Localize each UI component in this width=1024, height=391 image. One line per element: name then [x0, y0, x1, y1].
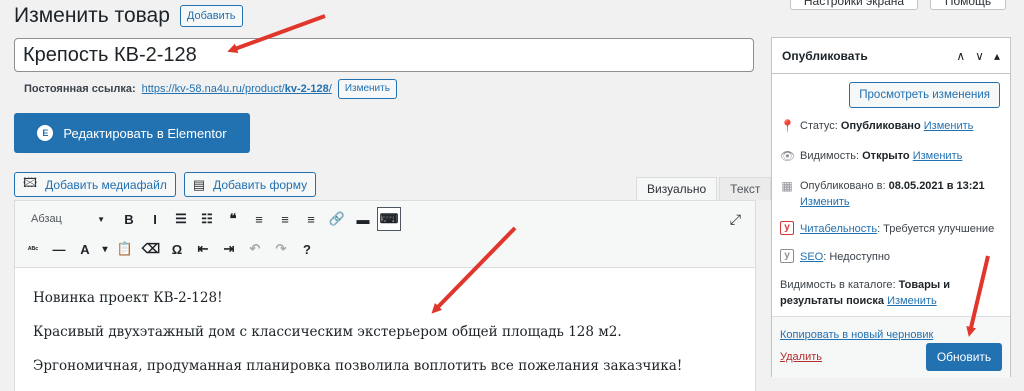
- add-media-button[interactable]: 🖾 Добавить медиафайл: [14, 172, 176, 197]
- text-color-dropdown-icon[interactable]: ▾: [99, 237, 111, 261]
- editor-content[interactable]: Новинка проект КВ-2-128! Красивый двухэт…: [15, 268, 755, 374]
- paragraph: Новинка проект КВ-2-128!: [33, 290, 223, 306]
- editor-toolbar: Абзац ▼ B I ☰ ☷ ❝ ≡ ≡ ≡ 🔗 ▬ ⌨ ᴬᴮᶜ — A ▾ 📋 ⌫ Ω ⇤ ⇥ ↶ ↷? ⤢: [15, 201, 755, 268]
- status-row: 📍 Статус: Опубликовано Изменить: [780, 119, 974, 133]
- clear-formatting-icon[interactable]: ⌫: [139, 237, 163, 261]
- readability-row: y Читабельность: Требуется улучшение: [780, 221, 994, 237]
- collapse-icon[interactable]: ▴: [994, 49, 1000, 63]
- media-buttons: 🖾 Добавить медиафайл ▤ Добавить форму: [14, 172, 317, 197]
- published-row: ▦ Опубликовано в: 08.05.2021 в 13:21 Изме…: [781, 179, 985, 208]
- catalog-visibility-row: Видимость в каталоге: Товары и результат…: [780, 279, 951, 307]
- text-color-icon[interactable]: A: [73, 237, 97, 261]
- editor-mode-tabs: Визуально Текст: [636, 177, 772, 200]
- permalink-link[interactable]: https://kv-58.na4u.ru/product/kv-2-128/: [142, 83, 332, 95]
- date-edit-link[interactable]: Изменить: [800, 196, 850, 208]
- status-edit-link[interactable]: Изменить: [924, 120, 974, 132]
- read-more-icon[interactable]: ▬: [351, 207, 375, 231]
- bullet-list-icon[interactable]: ☰: [169, 207, 193, 231]
- add-media-label: Добавить медиафайл: [45, 177, 167, 192]
- copy-to-draft-link[interactable]: Копировать в новый черновик: [780, 329, 933, 341]
- special-character-icon[interactable]: Ω: [165, 237, 189, 261]
- tab-visual[interactable]: Визуально: [636, 177, 718, 200]
- paragraph: Красивый двухэтажный дом с классическим …: [33, 324, 622, 340]
- move-down-icon[interactable]: ∨: [975, 49, 984, 63]
- undo-icon[interactable]: ↶: [243, 237, 267, 261]
- form-icon: ▤: [192, 176, 206, 192]
- align-center-icon[interactable]: ≡: [273, 207, 297, 231]
- permalink-label: Постоянная ссылка:: [24, 83, 136, 95]
- post-title-input[interactable]: Крепость КВ-2-128: [14, 38, 754, 72]
- toolbar-row-2: ᴬᴮᶜ — A ▾ 📋 ⌫ Ω ⇤ ⇥ ↶ ↷?: [21, 237, 321, 261]
- format-select[interactable]: Абзац ▼: [21, 207, 111, 231]
- add-form-button[interactable]: ▤ Добавить форму: [183, 172, 317, 197]
- yoast-readability-icon: y: [780, 221, 794, 235]
- add-new-button[interactable]: Добавить: [179, 5, 243, 27]
- delete-link[interactable]: Удалить: [780, 351, 822, 363]
- horizontal-line-icon[interactable]: —: [47, 237, 71, 261]
- seo-row: y SEO: Недоступно: [780, 249, 890, 265]
- publish-actions: Копировать в новый черновик Удалить Обно…: [772, 316, 1010, 378]
- paragraph: Эргономичная, продуманная планировка поз…: [33, 358, 683, 374]
- publish-box: Опубликовать ∧ ∨ ▴ Просмотреть изменения…: [771, 37, 1011, 378]
- toolbar-toggle-icon[interactable]: ⌨: [377, 207, 401, 231]
- tab-text[interactable]: Текст: [719, 177, 772, 200]
- elementor-icon: E: [37, 125, 54, 141]
- numbered-list-icon[interactable]: ☷: [195, 207, 219, 231]
- link-icon[interactable]: 🔗: [325, 207, 349, 231]
- edit-with-elementor-button[interactable]: E Редактировать в Elementor: [14, 113, 250, 153]
- paste-text-icon[interactable]: 📋: [113, 237, 137, 261]
- media-icon: 🖾: [23, 174, 38, 190]
- move-up-icon[interactable]: ∧: [956, 49, 965, 63]
- update-button[interactable]: Обновить: [926, 343, 1002, 371]
- visibility-edit-link[interactable]: Изменить: [913, 150, 963, 162]
- bold-icon[interactable]: B: [117, 207, 141, 231]
- page-title: Изменить товар: [14, 4, 170, 27]
- permalink-edit-button[interactable]: Изменить: [337, 79, 397, 99]
- catalog-edit-link[interactable]: Изменить: [887, 295, 937, 307]
- add-form-label: Добавить форму: [213, 177, 308, 192]
- chevron-down-icon: ▼: [97, 214, 105, 224]
- help-icon[interactable]: ?: [295, 237, 319, 261]
- content-editor: Абзац ▼ B I ☰ ☷ ❝ ≡ ≡ ≡ 🔗 ▬ ⌨ ᴬᴮᶜ — A ▾ 📋 ⌫ Ω ⇤ ⇥ ↶ ↷? ⤢ Нови…: [14, 200, 756, 391]
- yoast-seo-icon: y: [780, 249, 794, 263]
- page-header: Изменить товар Добавить: [14, 2, 243, 30]
- align-left-icon[interactable]: ≡: [247, 207, 271, 231]
- pin-icon: 📍: [780, 119, 795, 133]
- calendar-icon: ▦: [781, 179, 793, 193]
- readability-link[interactable]: Читабельность: [800, 223, 877, 235]
- toolbar-row-1: Абзац ▼ B I ☰ ☷ ❝ ≡ ≡ ≡ 🔗 ▬ ⌨: [21, 207, 403, 231]
- italic-icon[interactable]: I: [143, 207, 167, 231]
- eye-icon: 👁: [780, 149, 796, 163]
- blockquote-icon[interactable]: ❝: [221, 207, 245, 231]
- permalink-row: Постоянная ссылка: https://kv-58.na4u.ru…: [24, 79, 397, 99]
- elementor-button-label: Редактировать в Elementor: [63, 125, 227, 141]
- seo-link[interactable]: SEO: [800, 251, 823, 263]
- redo-icon[interactable]: ↷: [269, 237, 293, 261]
- screen-meta-links: Настройки экрана Помощь: [790, 0, 1006, 10]
- help-tab[interactable]: Помощь: [930, 0, 1006, 10]
- publish-box-header: Опубликовать ∧ ∨ ▴: [772, 38, 1010, 74]
- fullscreen-icon[interactable]: ⤢: [730, 211, 741, 228]
- outdent-icon[interactable]: ⇤: [191, 237, 215, 261]
- visibility-row: 👁 Видимость: Открыто Изменить: [780, 149, 963, 163]
- preview-changes-button[interactable]: Просмотреть изменения: [849, 82, 1000, 108]
- indent-icon[interactable]: ⇥: [217, 237, 241, 261]
- align-right-icon[interactable]: ≡: [299, 207, 323, 231]
- screen-options-tab[interactable]: Настройки экрана: [790, 0, 918, 10]
- publish-box-title: Опубликовать: [782, 48, 868, 63]
- strikethrough-icon[interactable]: ᴬᴮᶜ: [21, 237, 45, 261]
